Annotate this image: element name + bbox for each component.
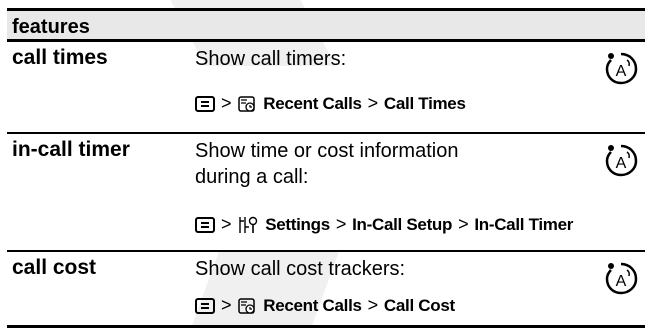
path-item: In-Call Timer [474, 214, 574, 234]
feature-name: in-call timer [12, 138, 130, 161]
menu-key-icon [195, 95, 215, 112]
settings-icon [237, 215, 259, 235]
menu-path: > Recent Calls > Call Times [195, 93, 466, 114]
menu-path: > Settings > In-Call Setup > In-Call Tim… [195, 214, 573, 235]
path-item: In-Call Setup [352, 214, 453, 234]
path-app: Settings [265, 214, 330, 234]
features-table: features call times Show call timers: > … [7, 8, 645, 328]
svg-text:A: A [616, 273, 627, 290]
table-row: in-call timer Show time or cost informat… [7, 134, 645, 252]
recent-calls-icon [237, 94, 257, 114]
network-dependent-feature-icon: A [605, 262, 638, 295]
path-item: Call Times [383, 93, 466, 113]
path-app: Recent Calls [263, 93, 362, 113]
table-row: call times Show call timers: > Recent Ca… [7, 42, 645, 134]
table-header: features [7, 8, 645, 42]
menu-key-icon [195, 216, 215, 233]
recent-calls-icon [237, 296, 257, 316]
feature-description: Show call timers: [195, 48, 347, 70]
header-label: features [12, 16, 90, 38]
network-dependent-feature-icon: A [605, 52, 638, 85]
feature-description: Show time or cost information during a c… [195, 140, 459, 188]
feature-name: call times [12, 46, 108, 69]
feature-description: Show call cost trackers: [195, 258, 406, 280]
network-dependent-feature-icon: A [605, 144, 638, 177]
menu-path: > Recent Calls > Call Cost [195, 295, 455, 316]
path-item: Call Cost [383, 295, 455, 315]
menu-key-icon [195, 297, 215, 314]
svg-text:A: A [616, 63, 627, 80]
feature-name: call cost [12, 256, 97, 279]
path-app: Recent Calls [263, 295, 362, 315]
svg-text:A: A [616, 155, 627, 172]
table-row: call cost Show call cost trackers: > Rec… [7, 252, 645, 328]
